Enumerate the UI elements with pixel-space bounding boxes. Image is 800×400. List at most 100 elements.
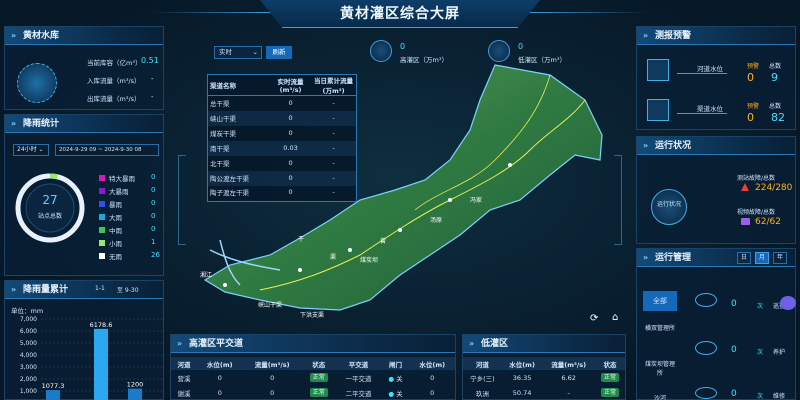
station-marker[interactable] <box>348 248 352 252</box>
station-marker[interactable] <box>448 198 452 202</box>
chevron-icon: » <box>11 119 17 128</box>
cell: 0 <box>430 388 435 397</box>
legend-label: 暴雨 <box>109 201 122 209</box>
map-label: 干 <box>298 236 305 243</box>
inflow-label: 入库流量（m³/s） <box>87 77 141 85</box>
high-traffic-panel: » 高灌区平交道 河道 水位(m) 流量(m³/s) 状态 平交道 闸门 水位(m… <box>170 334 456 400</box>
reservoir-icon <box>17 63 57 103</box>
gate-dot-icon: ● <box>388 389 395 398</box>
camera-icon <box>741 218 750 225</box>
range-select[interactable]: 24小时 ⌄ <box>13 144 49 156</box>
date-from[interactable]: 1-1 <box>95 285 105 292</box>
chevron-icon: » <box>643 253 649 262</box>
legend-label: 大暴雨 <box>109 188 129 196</box>
tab-year[interactable]: 年 <box>773 252 787 264</box>
table-row[interactable]: 谢溪 0 0 正常 二平交道 ● 关 0 <box>171 385 455 400</box>
legend-swatch <box>99 188 105 194</box>
bar-label: 1077.3 <box>42 382 65 390</box>
warn-label: 预警 <box>747 103 760 110</box>
canal-level-icon <box>647 99 669 121</box>
table-row[interactable]: 玖洲 50.74 - 正常 <box>463 385 625 400</box>
side-tab-station[interactable]: 沙河 <box>643 393 677 400</box>
table-header: 水位(m) <box>206 360 233 369</box>
cell: 总干渠 <box>210 100 230 109</box>
table-row[interactable]: 陶子渡左干渠 0 - <box>208 186 356 198</box>
table-row[interactable]: 南干渠 0.03 - <box>208 140 356 156</box>
table-header: 河道 <box>475 360 489 369</box>
total-label: 总数 <box>769 103 782 110</box>
table-row[interactable]: 煤炭干渠 0 - <box>208 126 356 141</box>
river-warn-value: 0 <box>747 71 754 84</box>
maintain-label: 养护 <box>773 349 786 356</box>
date-range-input[interactable]: 2024-9-29 09 ~ 2024-9-30 08 <box>55 144 159 156</box>
station-marker[interactable] <box>508 163 512 167</box>
connector-line <box>677 113 727 114</box>
repair-label: 维修 <box>773 393 786 400</box>
cell: 0 <box>288 159 293 167</box>
cell: 0.03 <box>283 144 298 152</box>
y-tick-label: 6,000 <box>20 328 37 335</box>
refresh-icon[interactable]: ⟳ <box>590 313 598 324</box>
outflow-label: 出库流量（m³/s） <box>87 95 141 103</box>
legend-swatch <box>99 214 105 220</box>
mode-select[interactable]: 实时 ⌄ <box>214 46 262 59</box>
assistant-icon[interactable] <box>780 296 796 310</box>
operation-center: 运行状况 <box>651 189 687 225</box>
patrol-icon <box>695 293 717 307</box>
cell: - <box>332 129 335 137</box>
station-marker[interactable] <box>223 283 227 287</box>
monitor-panel: » 测报预警 河道水位 预警 总数 0 9 渠道水位 预警 总数 0 82 <box>636 26 796 130</box>
side-tab-all[interactable]: 全部 <box>643 291 677 311</box>
bar-label: 1200 <box>127 381 144 389</box>
cell: 0 <box>288 129 293 137</box>
table-row[interactable]: 宁乡(三) 36.35 6.62 正常 <box>463 370 625 385</box>
connector-line <box>677 73 727 74</box>
table-row[interactable]: 北干渠 0 - <box>208 156 356 171</box>
station-marker[interactable] <box>298 268 302 272</box>
side-tab-station[interactable]: 煤炭坝管理所 <box>643 359 677 377</box>
refresh-button[interactable]: 刷新 <box>266 46 292 59</box>
status-badge: 正常 <box>309 373 328 382</box>
legend-value: 0 <box>151 212 156 220</box>
bar[interactable] <box>128 388 142 400</box>
canal-flow-table: 渠道名称 实时流量(m³/s) 当日累计流量(万m³) 总干渠 0 - 峡山干渠 0 -… <box>207 74 357 202</box>
panel-title: » 降雨统计 <box>5 115 163 133</box>
cell: 0 <box>270 388 275 397</box>
cell: 0 <box>288 174 293 182</box>
maintain-icon <box>695 341 717 355</box>
legend-swatch <box>99 227 105 233</box>
legend-value: 26 <box>151 251 160 259</box>
tab-month[interactable]: 月 <box>755 252 769 264</box>
cell: 谢溪 <box>177 389 191 398</box>
station-marker[interactable] <box>398 228 402 232</box>
legend-swatch <box>99 253 105 259</box>
tab-day[interactable]: 日 <box>737 252 751 264</box>
home-icon[interactable]: ⌂ <box>612 312 618 323</box>
table-row[interactable]: 营溪 0 0 正常 一平交道 ● 关 0 <box>171 370 455 385</box>
panel-title: » 测报预警 <box>637 27 795 45</box>
table-row[interactable]: 峡山干渠 0 - <box>208 110 356 126</box>
table-row[interactable]: 总干渠 0 - <box>208 96 356 111</box>
table-header: 闸门 <box>388 360 402 369</box>
y-tick-label: 7,000 <box>20 316 37 323</box>
bar[interactable] <box>94 328 108 400</box>
reservoir-panel: » 黄材水库 当前库容（亿m³） 0.51 入库流量（m³/s） - 出库流量（m… <box>4 26 164 110</box>
repair-value: 0 <box>731 389 737 399</box>
date-to[interactable]: 至 9-30 <box>117 285 139 294</box>
cell: - <box>567 388 570 397</box>
patrol-value: 0 <box>731 299 737 309</box>
station-fault-value: 224/280 <box>755 183 793 193</box>
cell: 关 <box>396 374 403 383</box>
chevron-icon: » <box>643 31 649 40</box>
status-badge: 正常 <box>601 373 620 382</box>
cell: 0 <box>288 99 293 108</box>
table-header: 水位(m) <box>509 360 535 369</box>
side-tab-station[interactable]: 横双管理所 <box>643 323 677 332</box>
bar[interactable] <box>46 390 60 400</box>
canal-warn-value: 0 <box>747 111 754 124</box>
outflow-value: - <box>151 93 154 101</box>
y-tick-label: 4,000 <box>20 352 37 359</box>
table-header: 渠道名称 <box>210 82 236 90</box>
table-row[interactable]: 陶公渡左干渠 0 - <box>208 170 356 186</box>
video-fault-label: 视频故障/总数 <box>737 209 776 216</box>
